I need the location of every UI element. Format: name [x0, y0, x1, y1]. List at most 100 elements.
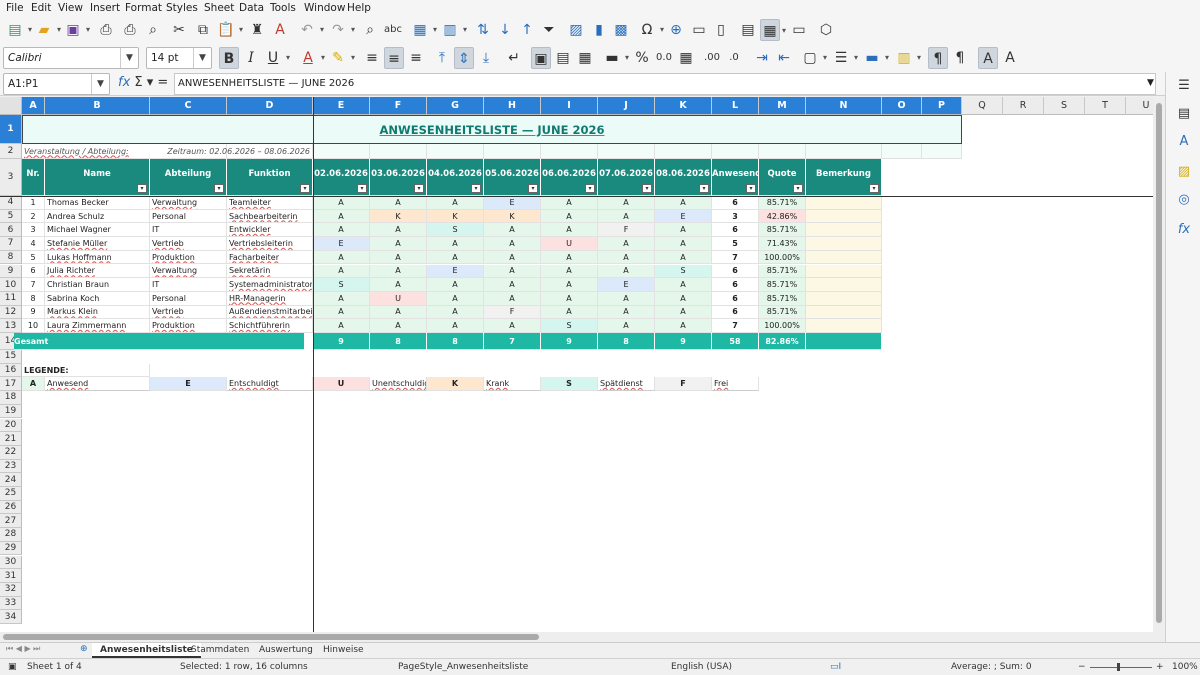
legend-title[interactable]: LEGENDE: — [22, 363, 150, 378]
tab-stammdaten[interactable]: Stammdaten — [183, 643, 257, 658]
legend-code[interactable]: A — [22, 377, 45, 392]
column-header-n[interactable]: N — [806, 97, 882, 115]
autofilter-dropdown-icon[interactable]: ▾ — [471, 184, 481, 193]
legend-text[interactable]: Anwesend — [45, 377, 150, 392]
total-day[interactable]: 8 — [370, 333, 427, 350]
header-cell-3[interactable]: Funktion ▾ — [227, 159, 313, 196]
open-folder-icon[interactable]: ▰ — [34, 19, 61, 41]
total-quote[interactable]: 82.86% — [759, 333, 806, 350]
menu-item-window[interactable]: Window — [304, 2, 345, 14]
save-icon[interactable]: ▣ — [63, 19, 90, 41]
row-header-9[interactable]: 9 — [0, 264, 22, 279]
attendance-cell[interactable]: A — [598, 291, 655, 306]
border-color-icon[interactable]: ▬ — [862, 47, 889, 69]
attendance-cell[interactable]: A — [484, 278, 541, 292]
autofilter-dropdown-icon[interactable]: ▾ — [137, 184, 147, 193]
remark-cell[interactable] — [806, 291, 882, 306]
autofilter-dropdown-icon[interactable]: ▾ — [357, 184, 367, 193]
gallery-icon[interactable]: ▨ — [1175, 164, 1193, 182]
attendance-cell[interactable]: A — [655, 319, 712, 333]
department[interactable]: Vertrieb — [150, 237, 227, 251]
pivot-table-icon[interactable]: ▩ — [611, 19, 631, 41]
column-header-b[interactable]: B — [45, 97, 150, 115]
undo-icon[interactable]: ↶ — [297, 19, 324, 41]
row-header-30[interactable]: 30 — [0, 555, 22, 570]
department[interactable]: Vertrieb — [150, 305, 227, 320]
attendance-cell[interactable]: A — [313, 196, 370, 210]
header-cell-9[interactable]: 07.06.2026 ▾ — [598, 159, 655, 196]
employee-name[interactable]: Thomas Becker — [45, 196, 150, 210]
attendance-cell[interactable]: A — [427, 196, 484, 210]
menu-item-styles[interactable]: Styles — [166, 2, 198, 14]
attendance-cell[interactable]: A — [598, 319, 655, 333]
total-present[interactable]: 58 — [712, 333, 759, 350]
total-day[interactable]: 9 — [655, 333, 712, 350]
legend-text[interactable]: Frei — [712, 377, 759, 392]
function[interactable]: Sachbearbeiterin — [227, 209, 313, 224]
align-middle-icon[interactable]: ⇕ — [454, 47, 474, 69]
attendance-cell[interactable]: A — [655, 196, 712, 210]
department[interactable]: Produktion — [150, 319, 227, 333]
present-count[interactable]: 6 — [712, 223, 759, 238]
attendance-cell[interactable]: A — [541, 278, 598, 292]
employee-name[interactable]: Sabrina Koch — [45, 291, 150, 306]
column-header-q[interactable]: Q — [962, 97, 1003, 115]
empty-cell[interactable] — [882, 144, 922, 159]
horizontal-scrollbar[interactable] — [0, 632, 1165, 642]
remark-cell[interactable] — [806, 278, 882, 292]
department[interactable]: Personal — [150, 209, 227, 224]
text-rtl-icon[interactable]: ¶ — [950, 47, 970, 69]
add-decimal-icon[interactable]: .00 — [702, 47, 722, 69]
total-day[interactable]: 8 — [427, 333, 484, 350]
present-count[interactable]: 5 — [712, 237, 759, 251]
column-header-t[interactable]: T — [1085, 97, 1126, 115]
function[interactable]: Vertriebsleiterin — [227, 237, 313, 251]
empty-cell[interactable] — [759, 144, 806, 159]
selection-mode-icon[interactable]: ▭I — [830, 662, 841, 672]
attendance-cell[interactable]: A — [541, 196, 598, 210]
highlight-color-icon[interactable]: ✎ — [328, 47, 355, 69]
spelling-icon[interactable]: abc — [383, 19, 403, 41]
attendance-cell[interactable]: A — [598, 250, 655, 265]
percent-format-icon[interactable]: % — [632, 47, 652, 69]
attendance-quote[interactable]: 85.71% — [759, 305, 806, 320]
freeze-rows-columns-icon[interactable]: ▦ — [760, 19, 786, 42]
autofilter-dropdown-icon[interactable]: ▾ — [869, 184, 879, 193]
row-header-16[interactable]: 16 — [0, 363, 22, 378]
empty-cell[interactable] — [484, 144, 541, 159]
empty-cell[interactable] — [541, 144, 598, 159]
border-style-icon[interactable]: ☰ — [831, 47, 858, 69]
attendance-cell[interactable]: A — [655, 237, 712, 251]
empty-cell[interactable] — [313, 144, 370, 159]
currency-format-icon[interactable]: ▬ — [602, 47, 629, 69]
column-header-k[interactable]: K — [655, 97, 712, 115]
row-number[interactable]: 9 — [22, 305, 45, 320]
text-vertical-icon[interactable]: A — [978, 47, 998, 69]
department[interactable]: Verwaltung — [150, 196, 227, 210]
document-modified-icon[interactable]: ▣ — [8, 662, 17, 672]
department[interactable]: Verwaltung — [150, 264, 227, 279]
menu-item-sheet[interactable]: Sheet — [204, 2, 234, 14]
chevron-down-icon[interactable]: ▼ — [193, 48, 211, 68]
attendance-cell[interactable]: E — [484, 196, 541, 210]
column-header-a[interactable]: A — [22, 97, 45, 115]
row-header-2[interactable]: 2 — [0, 144, 22, 159]
show-draw-functions-icon[interactable]: ⬡ — [816, 19, 836, 41]
column-header-h[interactable]: H — [484, 97, 541, 115]
add-sheet-icon[interactable]: ⊕ — [80, 644, 88, 654]
remark-cell[interactable] — [806, 264, 882, 279]
attendance-cell[interactable]: A — [484, 237, 541, 251]
name-box[interactable]: A1:P1 ▼ — [3, 73, 110, 95]
date-format-icon[interactable]: ▦ — [676, 47, 696, 69]
borders-icon[interactable]: ▢ — [800, 47, 827, 69]
paste-icon[interactable]: 📋 — [216, 19, 243, 41]
row-number[interactable]: 4 — [22, 237, 45, 251]
row-header-24[interactable]: 24 — [0, 473, 22, 487]
attendance-cell[interactable]: F — [598, 223, 655, 238]
menu-item-data[interactable]: Data — [239, 2, 264, 14]
department[interactable]: IT — [150, 278, 227, 292]
row-number[interactable]: 6 — [22, 264, 45, 279]
attendance-cell[interactable]: A — [598, 209, 655, 224]
attendance-cell[interactable]: U — [370, 291, 427, 306]
menu-item-tools[interactable]: Tools — [270, 2, 296, 14]
